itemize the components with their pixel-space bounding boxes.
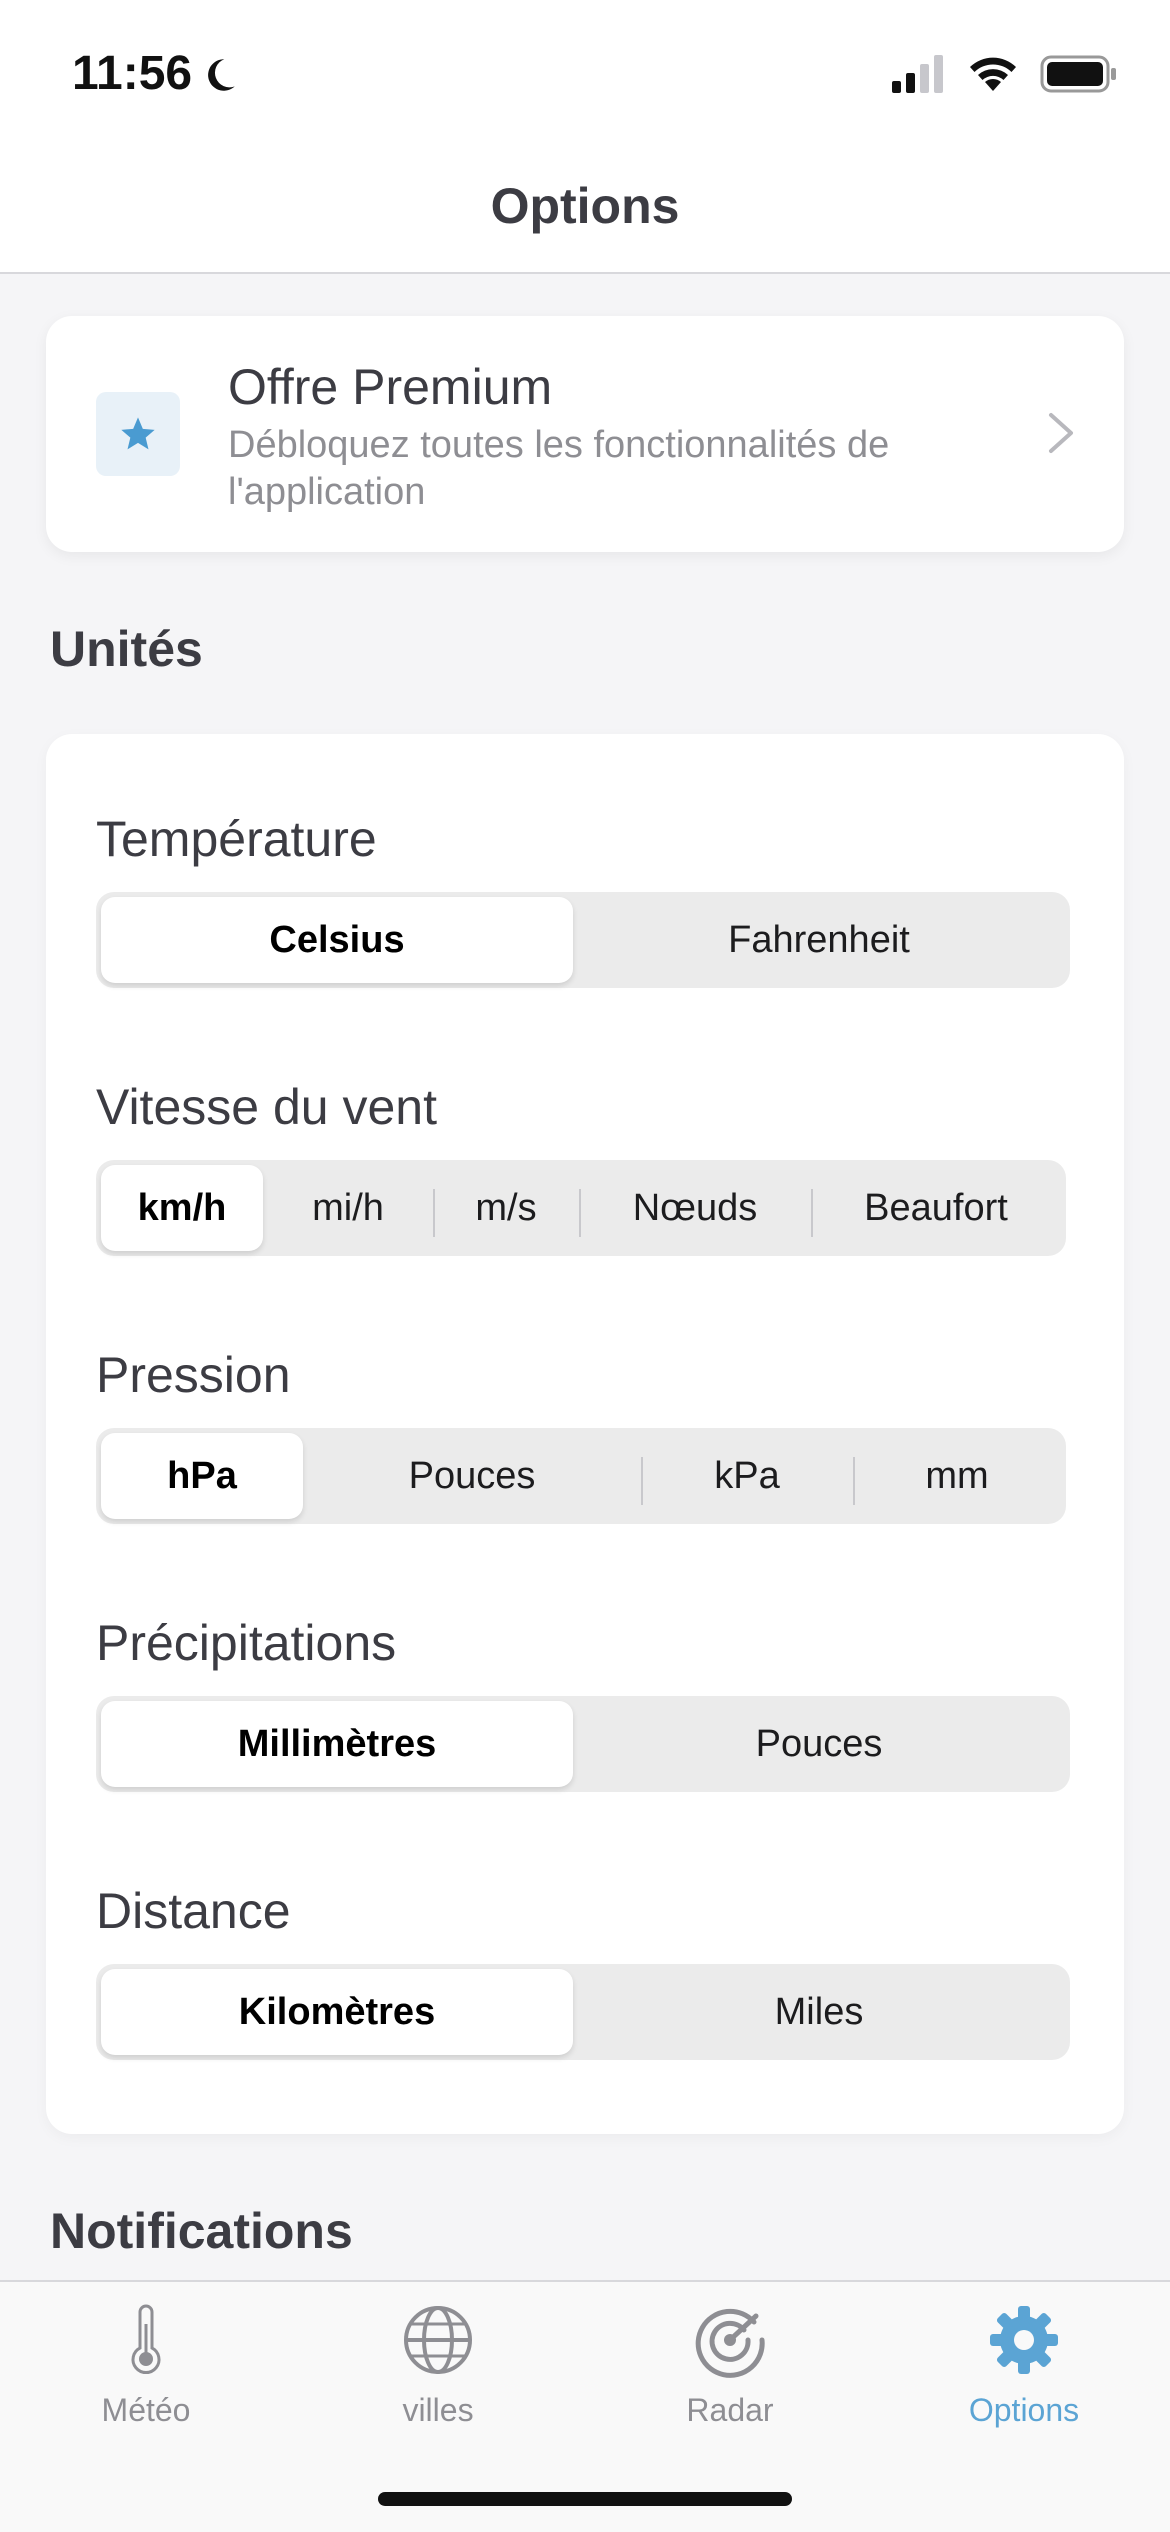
- status-bar: 11:56: [0, 0, 1170, 140]
- precipitation-segmented-control: Millimètres Pouces: [96, 1696, 1070, 1792]
- thermometer-icon: [131, 2304, 161, 2375]
- tab-villes[interactable]: villes: [328, 2302, 548, 2462]
- battery-icon: [1040, 55, 1116, 93]
- segment-ms[interactable]: m/s: [433, 1165, 579, 1251]
- wind-speed-label: Vitesse du vent: [96, 1079, 437, 1135]
- segment-kpa[interactable]: kPa: [641, 1433, 853, 1519]
- segment-noeuds[interactable]: Nœuds: [579, 1165, 811, 1251]
- moon-icon: [208, 59, 235, 91]
- cellular-signal-icon: [892, 55, 943, 93]
- wind-speed-segmented-control: km/h mi/h m/s Nœuds Beaufort: [96, 1160, 1066, 1256]
- home-indicator: [378, 2492, 792, 2506]
- segment-pouces[interactable]: Pouces: [303, 1433, 641, 1519]
- tab-label-villes: villes: [402, 2392, 474, 2428]
- segment-miles[interactable]: Miles: [573, 1969, 1065, 2055]
- distance-segmented-control: Kilomètres Miles: [96, 1964, 1070, 2060]
- segment-beaufort[interactable]: Beaufort: [811, 1165, 1061, 1251]
- segment-mih[interactable]: mi/h: [263, 1165, 433, 1251]
- pressure-segmented-control: hPa Pouces kPa mm: [96, 1428, 1066, 1524]
- tab-radar[interactable]: Radar: [620, 2302, 840, 2462]
- distance-label: Distance: [96, 1883, 291, 1939]
- wifi-icon: [970, 57, 1016, 91]
- premium-subtitle: Débloquez toutes les fonctionnalités de …: [228, 424, 890, 513]
- radar-icon: [695, 2308, 765, 2378]
- segment-kilometres[interactable]: Kilomètres: [101, 1969, 573, 2055]
- status-icons: [892, 52, 1118, 96]
- premium-title: Offre Premium: [228, 359, 553, 415]
- star-icon: [121, 417, 155, 450]
- globe-icon: [404, 2306, 472, 2374]
- tab-meteo[interactable]: Météo: [36, 2302, 256, 2462]
- pressure-label: Pression: [96, 1347, 291, 1403]
- premium-icon-container: [96, 392, 180, 476]
- notifications-section-title: Notifications: [50, 2203, 353, 2259]
- tab-options[interactable]: Options: [914, 2302, 1134, 2462]
- precipitation-label: Précipitations: [96, 1615, 397, 1671]
- temperature-segmented-control: Celsius Fahrenheit: [96, 892, 1070, 988]
- navigation-header: Options: [0, 140, 1170, 274]
- units-card: Température Celsius Fahrenheit Vitesse d…: [46, 734, 1124, 2134]
- segment-pouces-precip[interactable]: Pouces: [573, 1701, 1065, 1787]
- page-title: Options: [490, 178, 680, 234]
- chevron-right-icon: [1049, 413, 1073, 453]
- segment-celsius[interactable]: Celsius: [101, 897, 573, 983]
- segment-mm[interactable]: mm: [853, 1433, 1061, 1519]
- units-section-title: Unités: [50, 621, 203, 677]
- gear-icon: [990, 2306, 1058, 2374]
- tab-label-options: Options: [968, 2392, 1080, 2428]
- segment-hpa[interactable]: hPa: [101, 1433, 303, 1519]
- segment-millimetres[interactable]: Millimètres: [101, 1701, 573, 1787]
- segment-fahrenheit[interactable]: Fahrenheit: [573, 897, 1065, 983]
- temperature-label: Température: [96, 811, 377, 867]
- tab-label-meteo: Météo: [101, 2392, 191, 2428]
- premium-offer-card[interactable]: Offre Premium Débloquez toutes les fonct…: [46, 316, 1124, 552]
- tab-label-radar: Radar: [686, 2392, 774, 2428]
- status-time: 11:56: [72, 47, 193, 100]
- segment-kmh[interactable]: km/h: [101, 1165, 263, 1251]
